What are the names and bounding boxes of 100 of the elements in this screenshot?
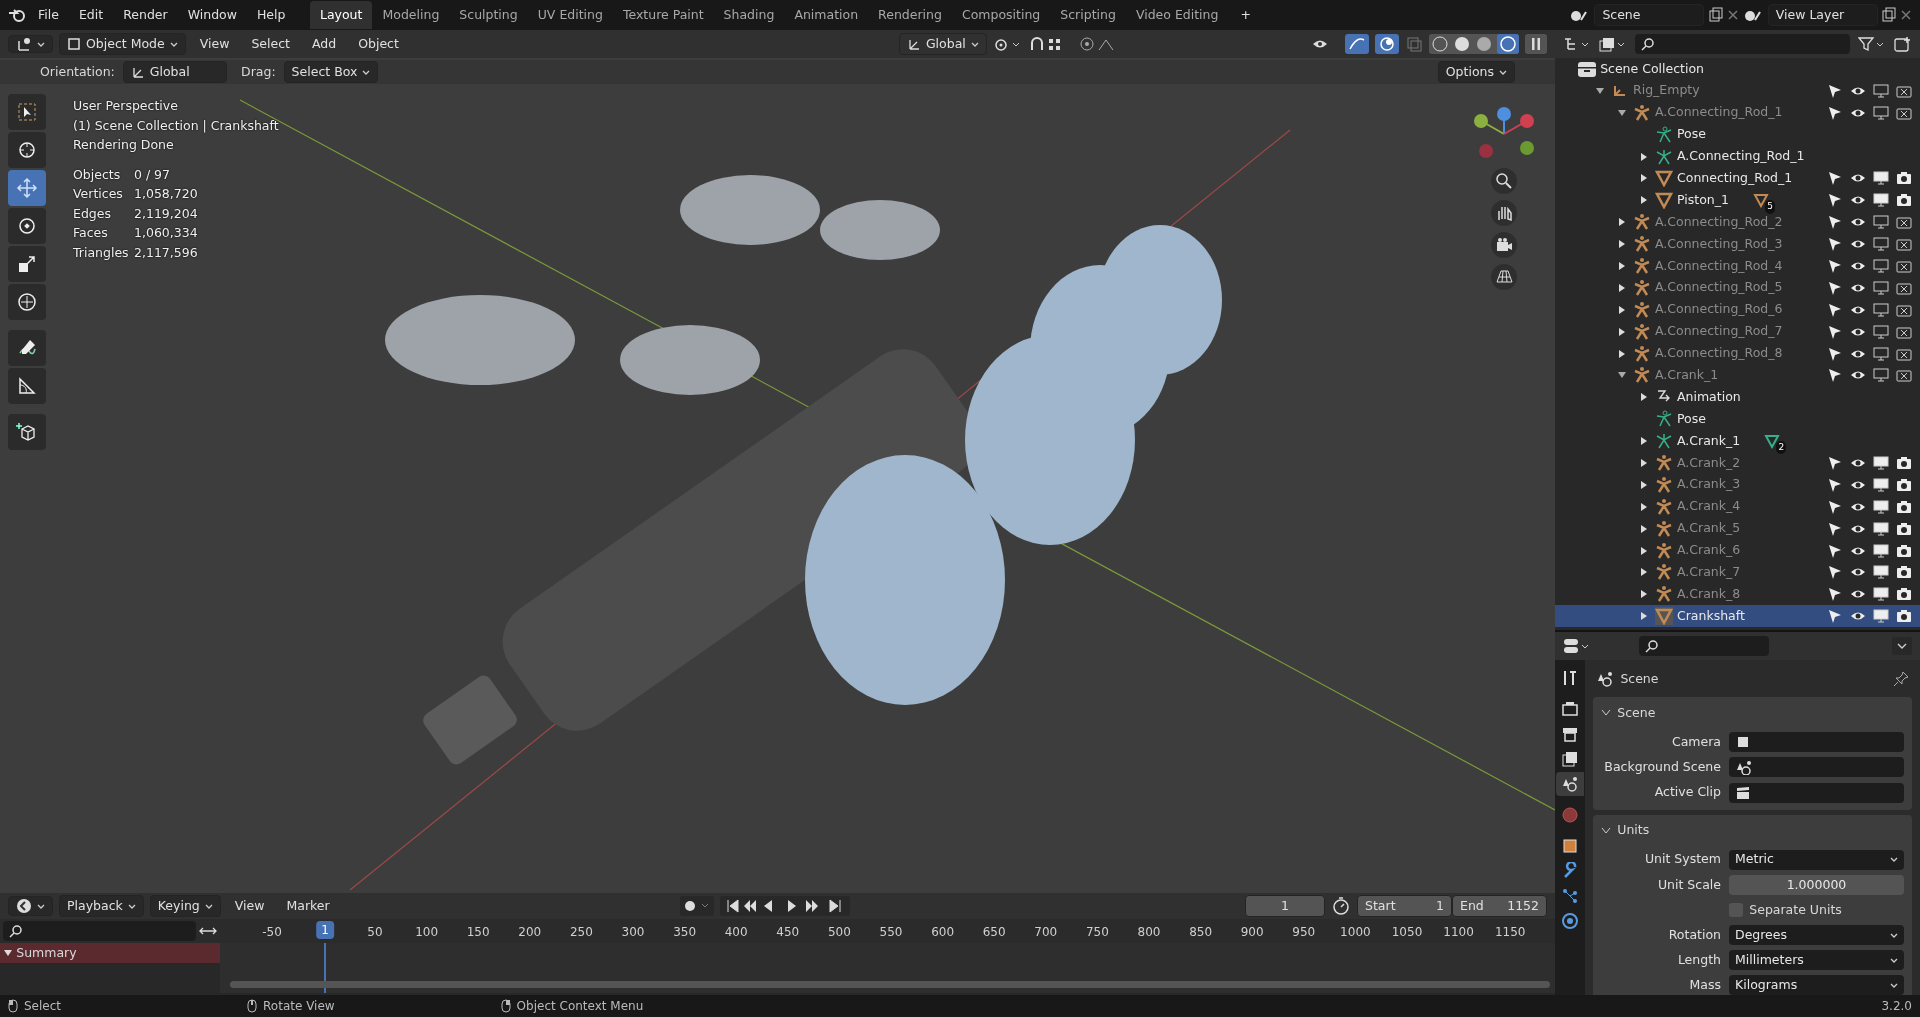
gizmo-icon[interactable]	[1345, 34, 1369, 54]
menu-item[interactable]: Edit	[70, 3, 112, 27]
transform-orientation-dropdown[interactable]: Global	[898, 32, 987, 56]
menu-item[interactable]: Select	[243, 32, 298, 56]
armature-figure-icon	[1633, 278, 1651, 297]
menu-item[interactable]: Help	[248, 3, 294, 27]
dropdown[interactable]: Degrees	[1729, 925, 1904, 946]
workspace-tab[interactable]: Shading	[713, 0, 785, 30]
close-icon[interactable]	[1726, 9, 1739, 21]
editor-type-button[interactable]	[8, 35, 53, 53]
property-label: Length	[1676, 950, 1721, 969]
workspace-tab[interactable]: Scripting	[1050, 0, 1126, 30]
overlay-icon[interactable]	[1375, 34, 1399, 54]
current-frame-field[interactable]: 1	[1245, 894, 1325, 918]
tool-button[interactable]	[8, 208, 46, 244]
zoom-icon[interactable]	[1494, 171, 1514, 191]
panel-header[interactable]: Units	[1601, 818, 1904, 843]
frame-number: -50	[262, 924, 282, 941]
tool-button[interactable]	[8, 368, 46, 404]
summary-channel[interactable]: Summary	[0, 943, 220, 963]
property-label: Camera	[1670, 732, 1721, 751]
menu-item[interactable]: Render	[115, 3, 176, 27]
close-icon[interactable]	[1900, 9, 1912, 21]
workspace-tab[interactable]: Modeling	[372, 0, 450, 30]
frame-number: 350	[673, 924, 697, 941]
properties-tab[interactable]	[1556, 772, 1584, 796]
workspace-tab[interactable]: Video Editing	[1125, 0, 1229, 30]
playback-controls-icon[interactable]	[719, 896, 850, 916]
menu-item[interactable]: File	[30, 3, 67, 27]
tool-button[interactable]	[8, 132, 46, 168]
list-view-icon[interactable]	[1563, 36, 1591, 52]
view-layer-selector[interactable]: View Layer	[1767, 3, 1878, 27]
number-field[interactable]: 1.000000	[1729, 874, 1904, 895]
swap-arrows-icon[interactable]	[198, 925, 217, 937]
start-frame-field[interactable]: Start 1	[1357, 894, 1452, 918]
dropdown[interactable]: Metric	[1729, 849, 1904, 870]
armature-figure-icon	[1655, 475, 1673, 494]
object-field[interactable]	[1729, 757, 1904, 778]
object-field[interactable]	[1729, 732, 1904, 753]
stat-value: 2,119,204	[134, 204, 199, 223]
drag-dropdown[interactable]: Select Box	[283, 60, 379, 84]
workspace-tab[interactable]: Layout	[309, 0, 373, 30]
menu-item[interactable]: Window	[179, 3, 245, 27]
add-workspace-button[interactable]: +	[1232, 3, 1259, 27]
menu-item[interactable]: Marker	[278, 894, 338, 918]
shading-modes-icon[interactable]	[1429, 34, 1519, 54]
outliner-item[interactable]: Scene Collection	[1600, 59, 1705, 79]
workspace-tab[interactable]: UV Editing	[527, 0, 613, 30]
menu-item[interactable]: Object	[350, 32, 407, 56]
new-collection-icon[interactable]	[1894, 36, 1912, 52]
version-text: 3.2.0	[1881, 998, 1912, 1015]
pin-icon[interactable]	[1892, 671, 1909, 687]
armature-figure-icon	[1633, 256, 1651, 275]
viewport-info-text: Rendering Done	[73, 136, 175, 154]
blender-logo-icon[interactable]	[8, 7, 26, 23]
mouse-icon	[8, 999, 18, 1013]
search-field[interactable]	[3, 921, 196, 941]
tool-button[interactable]	[8, 284, 46, 320]
armature-figure-icon	[1655, 585, 1673, 604]
playhead-frame[interactable]: 1	[316, 921, 334, 939]
mouse-icon	[500, 999, 511, 1013]
workspace-tab[interactable]: Animation	[784, 0, 869, 30]
record-icon[interactable]	[679, 896, 714, 916]
orientation-dropdown[interactable]: Global	[122, 60, 227, 84]
search-field[interactable]	[1635, 34, 1850, 54]
end-frame-field[interactable]: End 1152	[1452, 894, 1547, 918]
filter-icon[interactable]	[1858, 36, 1886, 52]
workspace-tab[interactable]: Rendering	[868, 0, 952, 30]
tool-button[interactable]	[8, 246, 46, 282]
panel-header[interactable]: Scene	[1601, 701, 1904, 725]
menu-item[interactable]: View	[191, 32, 238, 56]
dropdown[interactable]: Millimeters	[1729, 950, 1904, 971]
menu-item[interactable]: View	[226, 894, 273, 918]
workspace-tab[interactable]: Texture Paint	[612, 0, 714, 30]
menu-dropdown[interactable]: Playback	[59, 894, 144, 918]
tool-button[interactable]	[8, 414, 46, 450]
chevron-down-icon[interactable]	[1892, 637, 1912, 655]
workspace-tab[interactable]: Sculpting	[449, 0, 528, 30]
dropdown[interactable]: Kilograms	[1729, 975, 1904, 995]
options-dropdown[interactable]: Options	[1437, 60, 1515, 84]
copy-icon[interactable]	[1880, 7, 1897, 23]
tool-button[interactable]	[8, 330, 46, 366]
editor-type-button[interactable]	[8, 896, 53, 916]
collection-box-icon	[1577, 59, 1597, 78]
move-icon	[16, 177, 38, 199]
pause-icon[interactable]	[1525, 34, 1547, 54]
object-field[interactable]	[1729, 782, 1904, 803]
toggle-switches-icon[interactable]	[1563, 638, 1591, 654]
stopwatch-icon[interactable]	[1331, 896, 1351, 916]
search-field[interactable]	[1639, 636, 1769, 656]
stat-label: Triangles	[73, 243, 130, 262]
menu-item[interactable]: Add	[304, 32, 345, 56]
separate-units-checkbox[interactable]: Separate Units	[1729, 900, 1904, 920]
menu-dropdown[interactable]: Keying	[149, 894, 221, 918]
frame-number: 650	[982, 924, 1006, 941]
workspace-tab[interactable]: Compositing	[951, 0, 1051, 30]
scene-selector[interactable]: Scene	[1594, 3, 1705, 27]
mode-dropdown[interactable]: Object Mode	[59, 32, 186, 56]
image-stack-icon[interactable]	[1599, 36, 1627, 52]
copy-icon[interactable]	[1707, 7, 1724, 23]
